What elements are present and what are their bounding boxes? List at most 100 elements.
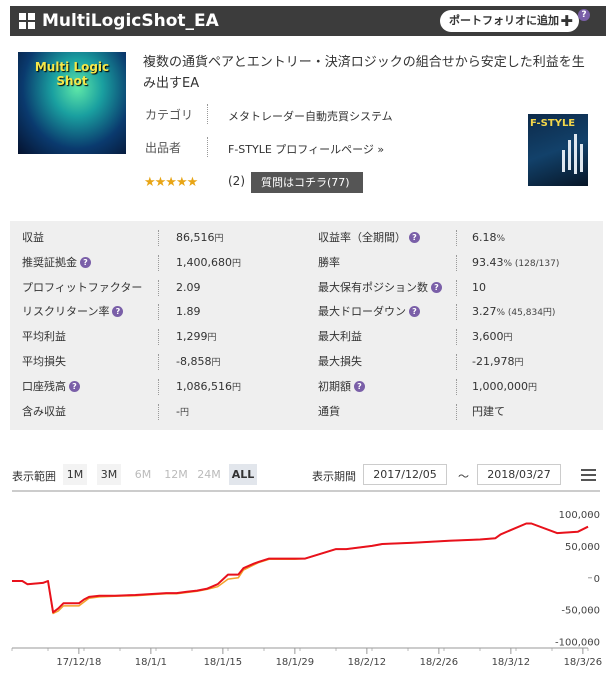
secondary-line bbox=[12, 522, 589, 615]
range-button-3m[interactable]: 3M bbox=[97, 464, 121, 485]
product-image[interactable]: Multi Logic Shot bbox=[18, 52, 126, 154]
stat-label: プロフィットファクター bbox=[22, 280, 143, 294]
stat-unit: % (45,834円) bbox=[496, 308, 556, 319]
divider bbox=[456, 230, 457, 246]
x-tick-label: 17/12/18 bbox=[56, 657, 101, 668]
stat-value: 86,516円 bbox=[176, 226, 224, 251]
stat-value-number: 3.27 bbox=[472, 305, 497, 319]
date-from-input[interactable]: 2017/12/05 bbox=[363, 464, 447, 485]
stat-unit: 円 bbox=[527, 382, 537, 393]
stat-label: 収益率（全期間）? bbox=[318, 226, 420, 250]
seller-thumbnail[interactable]: F-STYLE bbox=[528, 114, 588, 186]
grid-icon bbox=[19, 13, 35, 29]
range-button-12m[interactable]: 12M bbox=[162, 464, 190, 485]
divider bbox=[456, 403, 457, 420]
help-icon[interactable]: ? bbox=[578, 9, 590, 21]
range-button-6m[interactable]: 6M bbox=[131, 464, 155, 485]
profit-line bbox=[12, 522, 589, 614]
stats-row: プロフィットファクター 2.09 最大保有ポジション数? 10 bbox=[10, 276, 603, 300]
stat-value: 93.43% (128/137) bbox=[472, 251, 559, 276]
divider bbox=[158, 329, 159, 346]
stat-value: 6.18% bbox=[472, 226, 505, 251]
stat-value: 1,299円 bbox=[176, 325, 217, 350]
stats-row: 平均損失 -8,858円 最大損失 -21,978円 bbox=[10, 350, 603, 374]
x-tick-label: 18/2/12 bbox=[348, 657, 387, 668]
stat-unit: % bbox=[496, 234, 506, 244]
divider bbox=[207, 104, 208, 124]
range-button-24m[interactable]: 24M bbox=[195, 464, 223, 485]
help-icon[interactable]: ? bbox=[80, 256, 91, 268]
profit-chart: 17/12/18 18/1/1 18/1/15 18/1/29 18/2/12 18/2/… bbox=[11, 490, 603, 668]
stat-value-number: -8,858 bbox=[176, 355, 212, 368]
stat-label: 含み収益 bbox=[22, 404, 66, 418]
divider bbox=[158, 354, 159, 370]
stats-table: 収益 86,516円 収益率（全期間）? 6.18% 推奨証拠金? 1,400,680円勝… bbox=[10, 221, 603, 430]
y-tick-label: -50,000 bbox=[561, 606, 600, 617]
stat-label: 通貨 bbox=[318, 404, 340, 418]
stat-label: 最大利益 bbox=[318, 330, 362, 344]
stat-value: -8,858円 bbox=[176, 350, 220, 375]
x-tick-label: 18/2/26 bbox=[420, 657, 459, 668]
stat-value-number: -21,978 bbox=[472, 355, 515, 368]
x-tick-label: 18/1/15 bbox=[204, 657, 243, 668]
category-value: メタトレーダー自動売買システム bbox=[228, 110, 393, 123]
stat-label: 平均利益 bbox=[22, 330, 66, 344]
stats-row: 収益 86,516円 収益率（全期間）? 6.18% bbox=[10, 226, 603, 250]
help-icon[interactable]: ? bbox=[409, 306, 420, 318]
x-tick-label: 18/3/26 bbox=[564, 657, 603, 668]
stat-unit: 円 bbox=[231, 382, 241, 393]
tilde: ～ bbox=[458, 470, 469, 483]
x-tick-label: 18/1/29 bbox=[276, 657, 315, 668]
range-label: 表示範囲 bbox=[12, 470, 56, 483]
divider bbox=[456, 254, 457, 271]
add-to-portfolio-label: ポートフォリオに追加 bbox=[449, 14, 559, 27]
help-icon[interactable]: ? bbox=[112, 306, 124, 318]
stat-value-number: 3,600 bbox=[472, 330, 504, 344]
stat-value: -21,978円 bbox=[472, 350, 523, 375]
help-icon[interactable]: ? bbox=[69, 380, 80, 392]
stat-label: 最大ドローダウン? bbox=[318, 300, 420, 324]
title-bar: MultiLogicShot_EA ポートフォリオに追加 ✚ bbox=[10, 6, 606, 36]
stat-value-number: 86,516 bbox=[176, 231, 215, 244]
stat-unit: 円 bbox=[503, 333, 513, 344]
stat-value-number: 円建て bbox=[472, 404, 505, 418]
range-button-all[interactable]: ALL bbox=[229, 464, 257, 485]
stat-label: 収益 bbox=[22, 231, 44, 244]
stat-value: 1,400,680円 bbox=[176, 251, 241, 276]
stat-value: -円 bbox=[176, 400, 189, 425]
stat-unit: 円 bbox=[231, 258, 241, 269]
stats-row: リスクリターン率? 1.89 最大ドローダウン? 3.27% (45,834円) bbox=[10, 300, 603, 324]
category-label: カテゴリ bbox=[145, 108, 194, 122]
date-to-input[interactable]: 2018/03/27 bbox=[477, 464, 561, 485]
seller-profile-link[interactable]: F-STYLE プロフィールページ » bbox=[228, 141, 384, 157]
stat-label: 平均損失 bbox=[22, 355, 66, 368]
stat-unit: 円 bbox=[207, 333, 217, 344]
page-title: MultiLogicShot_EA bbox=[42, 11, 219, 31]
help-icon[interactable]: ? bbox=[409, 232, 420, 243]
stat-unit: 円 bbox=[211, 358, 221, 368]
divider bbox=[456, 354, 457, 370]
stat-value: 3.27% (45,834円) bbox=[472, 300, 555, 325]
divider bbox=[158, 230, 159, 246]
range-button-1m[interactable]: 1M bbox=[63, 464, 87, 485]
stat-value-number: 1,400,680 bbox=[176, 255, 232, 269]
stat-value: 1,000,000円 bbox=[472, 375, 537, 400]
divider bbox=[158, 403, 159, 420]
y-tick-label: -100,000 bbox=[555, 638, 600, 649]
add-to-portfolio-button[interactable]: ポートフォリオに追加 ✚ bbox=[440, 10, 579, 32]
help-icon[interactable]: ? bbox=[354, 380, 365, 392]
question-button[interactable]: 質問はコチラ(77) bbox=[251, 172, 363, 193]
help-icon[interactable]: ? bbox=[431, 281, 442, 293]
stat-unit: 円 bbox=[179, 407, 189, 418]
product-image-text: Multi Logic Shot bbox=[34, 60, 110, 88]
y-tick-label: 50,000 bbox=[565, 542, 600, 553]
y-tick-label: 100,000 bbox=[559, 510, 600, 521]
stat-label: 口座残高? bbox=[22, 375, 80, 399]
review-count-link[interactable]: (2) bbox=[228, 174, 245, 188]
hamburger-menu-icon[interactable] bbox=[581, 469, 596, 482]
stat-value: 2.09 bbox=[176, 276, 201, 300]
stat-value: 1.89 bbox=[176, 300, 201, 324]
divider bbox=[456, 378, 457, 395]
stats-row: 推奨証拠金? 1,400,680円 勝率 93.43% (128/137) bbox=[10, 251, 603, 275]
stats-row: 口座残高? 1,086,516円 初期額? 1,000,000円 bbox=[10, 375, 603, 399]
